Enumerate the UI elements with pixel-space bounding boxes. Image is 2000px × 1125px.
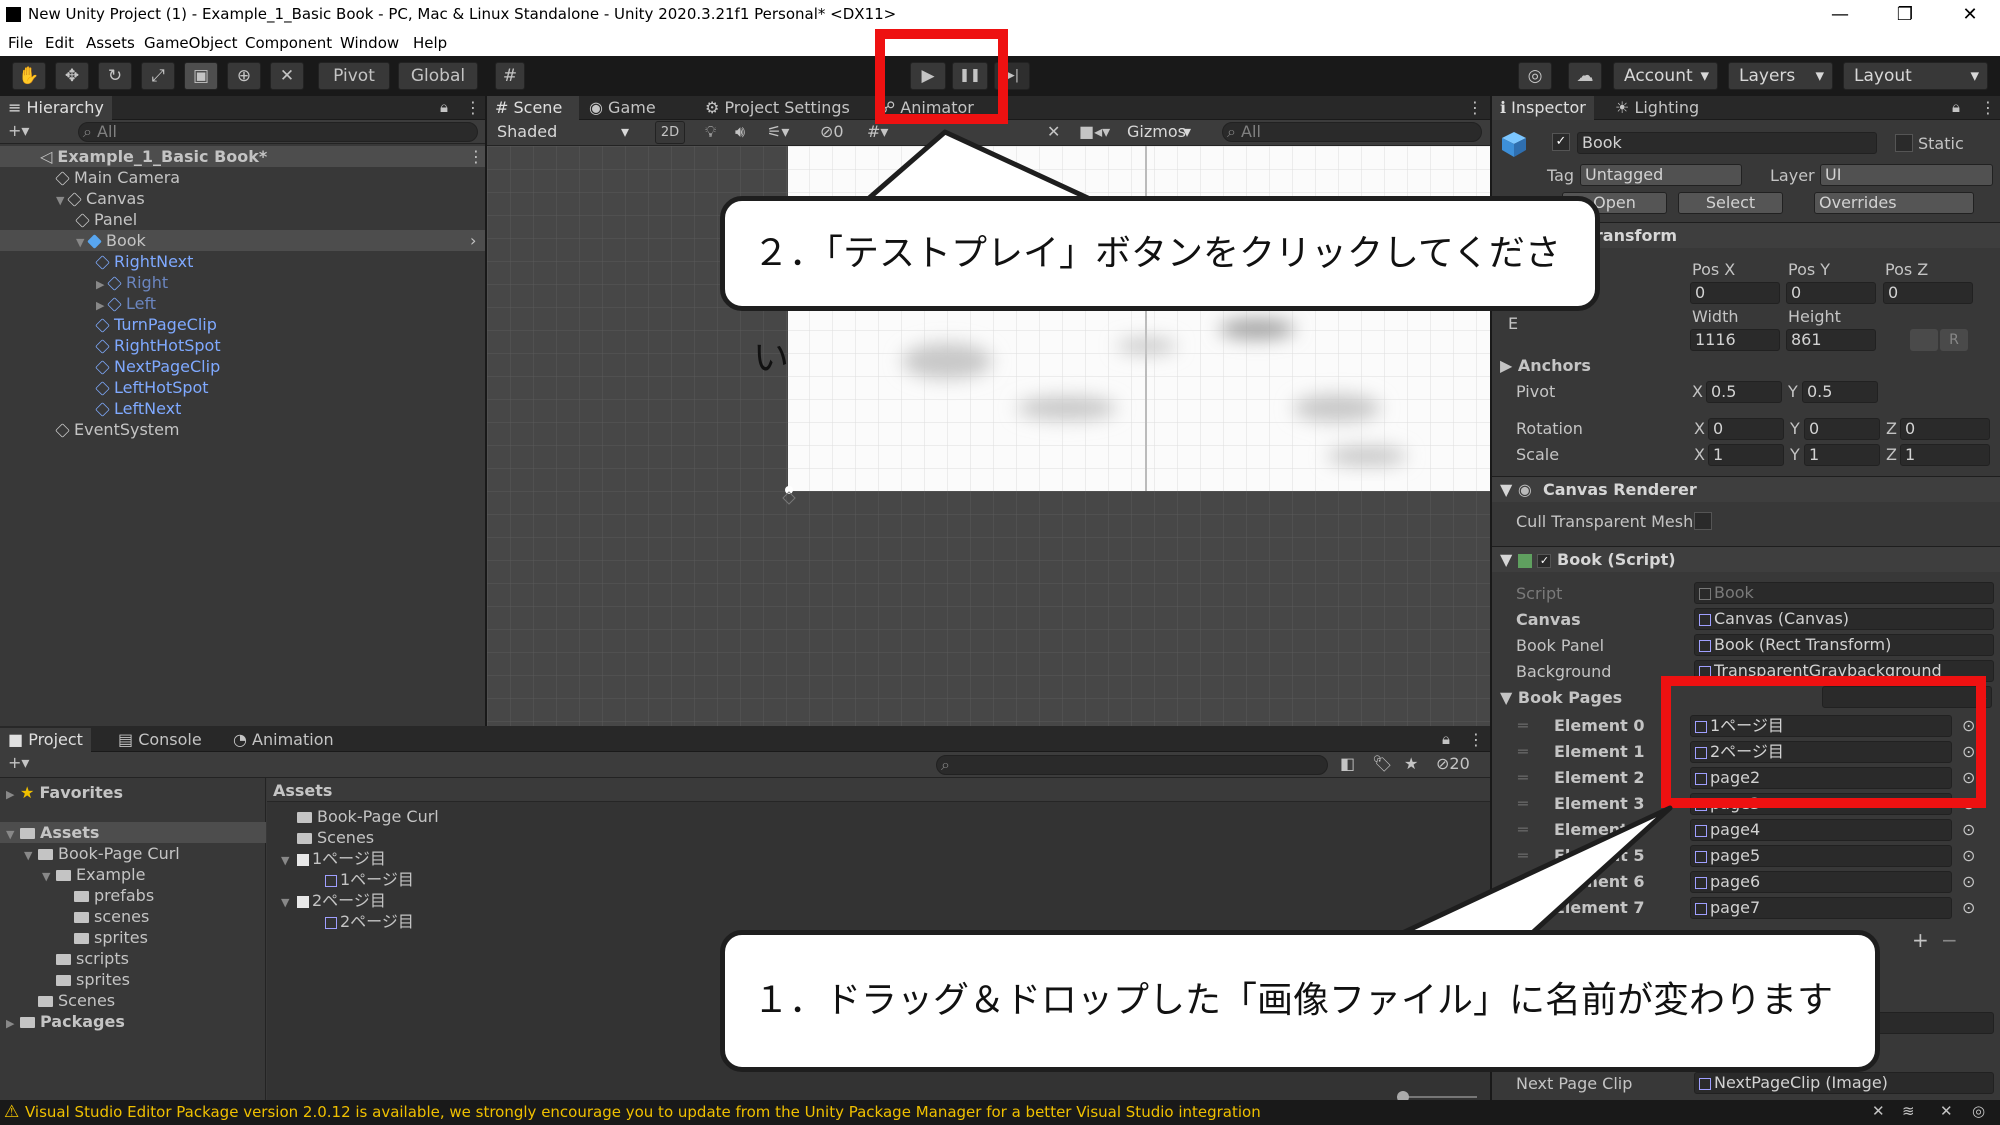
callout-step2: ２．「テストプレイ」ボタンをクリックしてください [720, 196, 1600, 379]
callout-step1: １．ドラッグ＆ドロップした「画像ファイル」に名前が変わります [720, 930, 1880, 1072]
callout-step1-text: １．ドラッグ＆ドロップした「画像ファイル」に名前が変わります [753, 980, 1834, 1021]
